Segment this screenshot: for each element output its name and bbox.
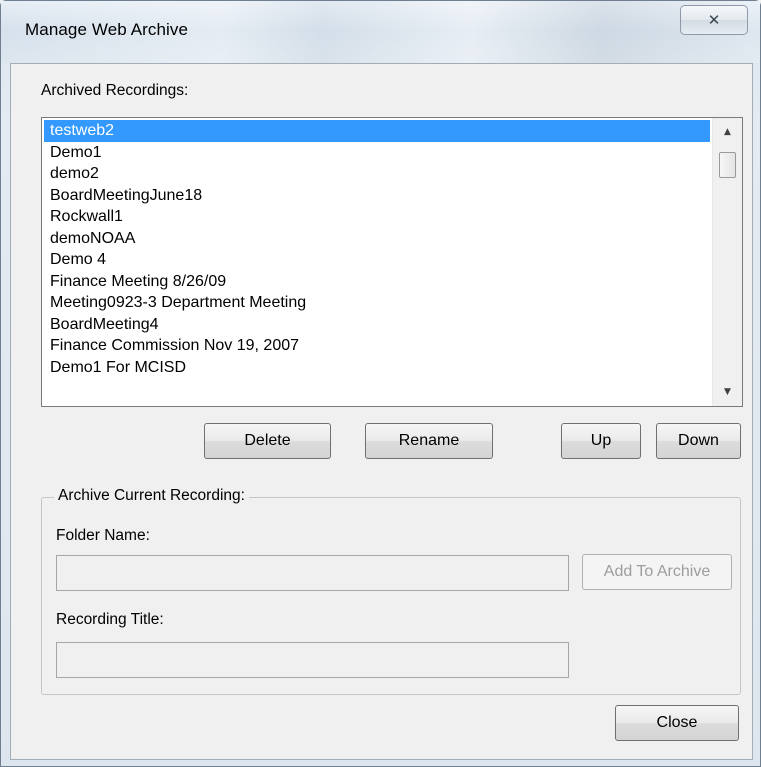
list-item[interactable]: Demo1 For MCISD [44, 357, 710, 379]
listbox-items: testweb2 Demo1 demo2 BoardMeetingJune18 Rock… [44, 120, 710, 404]
group-legend: Archive Current Recording: [54, 487, 249, 505]
archived-recordings-listbox[interactable]: testweb2 Demo1 demo2 BoardMeetingJune18 Rock… [41, 117, 743, 407]
recording-title-field[interactable] [56, 642, 569, 678]
folder-name-field[interactable] [56, 555, 569, 591]
list-item[interactable]: Demo 4 [44, 249, 710, 271]
close-button[interactable]: Close [615, 705, 739, 741]
list-item[interactable]: demo2 [44, 163, 710, 185]
delete-button[interactable]: Delete [204, 423, 331, 459]
scroll-thumb[interactable] [719, 152, 736, 178]
list-item[interactable]: Meeting0923-3 Department Meeting [44, 292, 710, 314]
list-item[interactable]: demoNOAA [44, 228, 710, 250]
close-icon: ✕ [707, 11, 721, 29]
list-item[interactable]: BoardMeeting4 [44, 314, 710, 336]
window-title: Manage Web Archive [25, 20, 189, 39]
folder-name-label: Folder Name: [56, 527, 150, 544]
list-item[interactable]: Finance Commission Nov 19, 2007 [44, 335, 710, 357]
rename-button[interactable]: Rename [365, 423, 493, 459]
list-item[interactable]: Rockwall1 [44, 206, 710, 228]
archived-recordings-label: Archived Recordings: [41, 82, 189, 99]
scroll-down-icon[interactable]: ▼ [713, 380, 742, 404]
up-button[interactable]: Up [561, 423, 641, 459]
dialog-client-area: Archived Recordings: testweb2 Demo1 demo2 B… [10, 63, 753, 760]
scroll-up-icon[interactable]: ▲ [713, 120, 742, 144]
window-close-button[interactable]: ✕ [680, 5, 748, 35]
dialog-window: Manage Web Archive ✕ Archived Recordings… [0, 0, 761, 767]
title-bar[interactable]: Manage Web Archive ✕ [1, 1, 760, 63]
add-to-archive-button[interactable]: Add To Archive [582, 554, 732, 590]
list-item[interactable]: testweb2 [44, 120, 710, 142]
down-button[interactable]: Down [656, 423, 741, 459]
recording-title-label: Recording Title: [56, 611, 164, 628]
list-item[interactable]: Finance Meeting 8/26/09 [44, 271, 710, 293]
list-item[interactable]: BoardMeetingJune18 [44, 185, 710, 207]
vertical-scrollbar[interactable]: ▲ ▼ [712, 118, 742, 406]
list-item[interactable]: Demo1 [44, 142, 710, 164]
